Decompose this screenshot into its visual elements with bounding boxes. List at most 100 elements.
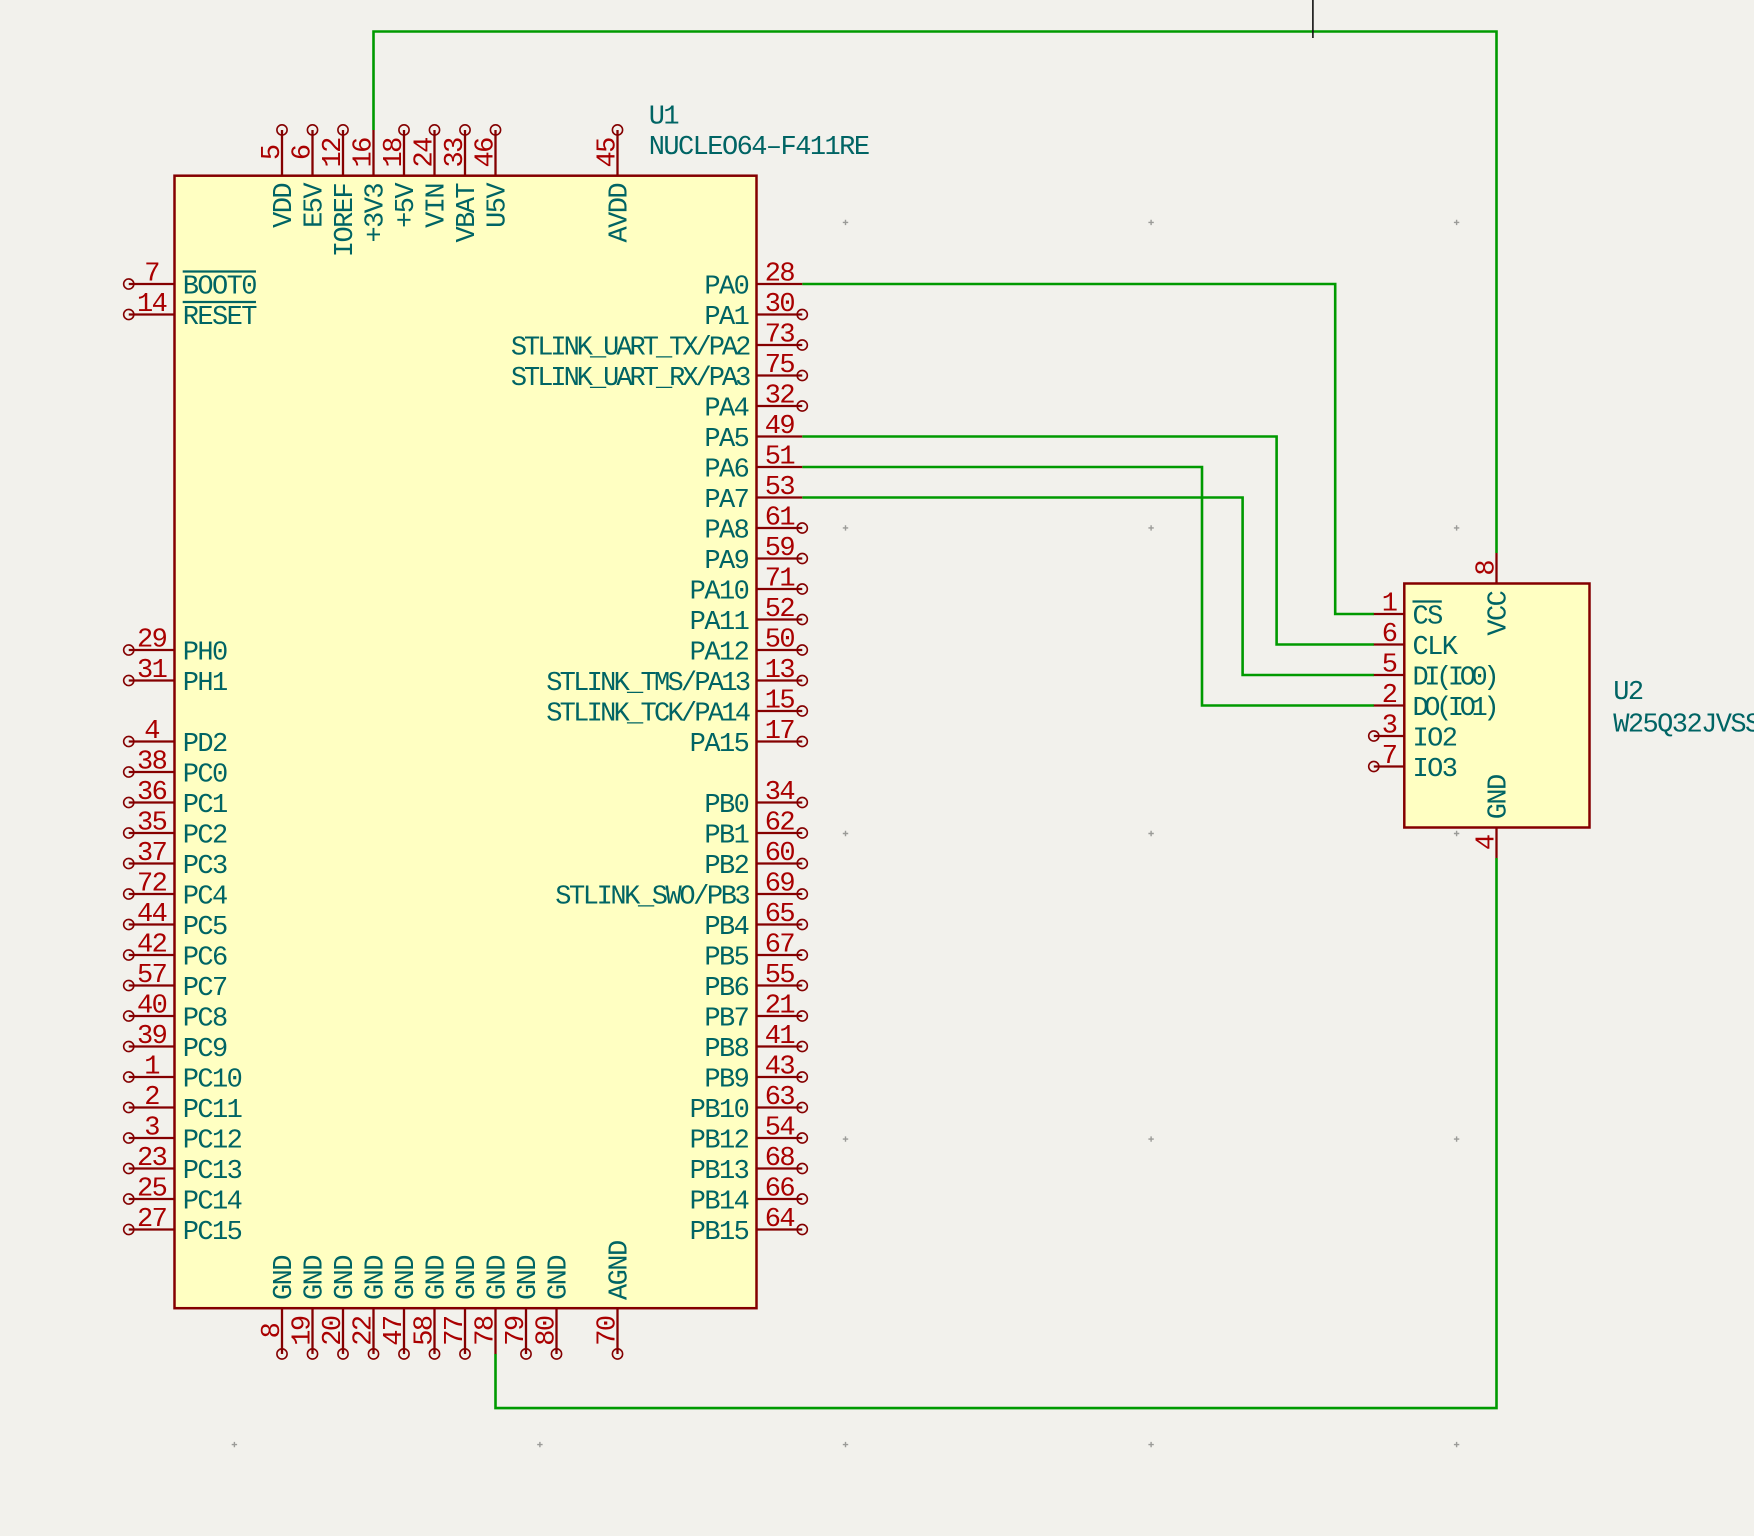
svg-text:44: 44 (137, 900, 167, 930)
svg-text:38: 38 (137, 748, 167, 778)
svg-text:22: 22 (350, 1316, 380, 1346)
svg-text:CS: CS (1413, 602, 1443, 632)
svg-text:6: 6 (1382, 620, 1397, 650)
svg-text:PA6: PA6 (704, 455, 748, 485)
svg-text:STLINK_SWO/PB3: STLINK_SWO/PB3 (555, 882, 749, 912)
svg-text:+5V: +5V (392, 182, 422, 228)
svg-text:PC12: PC12 (183, 1126, 242, 1156)
svg-text:PC8: PC8 (183, 1004, 227, 1034)
svg-text:69: 69 (765, 870, 795, 900)
svg-text:54: 54 (765, 1114, 795, 1144)
svg-text:PA11: PA11 (690, 608, 749, 638)
svg-text:STLINK_UART_RX/PA3: STLINK_UART_RX/PA3 (511, 364, 750, 394)
svg-text:VCC: VCC (1485, 590, 1515, 635)
svg-text:39: 39 (137, 1022, 167, 1052)
svg-text:IO2: IO2 (1413, 724, 1457, 754)
svg-text:60: 60 (765, 839, 795, 869)
svg-text:PC13: PC13 (183, 1157, 242, 1187)
svg-text:28: 28 (765, 260, 795, 290)
svg-text:PC15: PC15 (183, 1218, 242, 1248)
svg-text:PA8: PA8 (704, 516, 748, 546)
svg-text:IOREF: IOREF (331, 184, 361, 258)
svg-text:GND: GND (392, 1256, 422, 1300)
svg-text:45: 45 (594, 138, 624, 168)
svg-text:GND: GND (484, 1256, 514, 1300)
svg-text:PA5: PA5 (704, 425, 748, 455)
svg-text:46: 46 (472, 138, 502, 168)
svg-text:8: 8 (1473, 561, 1503, 576)
svg-text:73: 73 (765, 321, 795, 351)
svg-text:PC7: PC7 (183, 974, 227, 1004)
svg-text:E5V: E5V (301, 182, 331, 228)
svg-text:31: 31 (137, 656, 167, 686)
svg-text:GND: GND (270, 1256, 300, 1300)
svg-text:50: 50 (765, 626, 795, 656)
svg-text:66: 66 (765, 1175, 795, 1205)
svg-text:VIN: VIN (423, 184, 453, 228)
svg-text:67: 67 (765, 931, 795, 961)
svg-text:PH1: PH1 (183, 669, 227, 699)
svg-text:70: 70 (594, 1316, 624, 1346)
svg-text:80: 80 (533, 1316, 563, 1346)
svg-text:PC3: PC3 (183, 852, 227, 882)
svg-text:49: 49 (765, 412, 795, 442)
svg-text:DO(IO1): DO(IO1) (1413, 694, 1496, 724)
svg-text:PA15: PA15 (690, 730, 749, 760)
svg-text:NUCLEO64–F411RE: NUCLEO64–F411RE (649, 133, 869, 163)
svg-text:62: 62 (765, 809, 795, 839)
svg-text:VBAT: VBAT (453, 183, 483, 243)
svg-text:PB1: PB1 (704, 821, 748, 851)
svg-text:U5V: U5V (484, 182, 514, 228)
svg-text:AGND: AGND (606, 1241, 636, 1300)
svg-text:PA7: PA7 (704, 486, 748, 516)
svg-text:CLK: CLK (1413, 633, 1459, 663)
svg-text:77: 77 (441, 1316, 471, 1346)
svg-text:65: 65 (765, 900, 795, 930)
svg-text:53: 53 (765, 473, 795, 503)
svg-text:PA0: PA0 (704, 272, 748, 302)
svg-text:7: 7 (1382, 742, 1397, 772)
svg-text:5: 5 (1382, 651, 1397, 681)
svg-text:PC11: PC11 (183, 1096, 242, 1126)
svg-text:+3V3: +3V3 (362, 184, 392, 243)
svg-text:36: 36 (137, 778, 167, 808)
svg-text:PB6: PB6 (704, 974, 748, 1004)
svg-text:5: 5 (258, 145, 288, 160)
svg-text:PB5: PB5 (704, 943, 748, 973)
svg-text:GND: GND (423, 1256, 453, 1300)
svg-text:78: 78 (472, 1316, 502, 1346)
svg-text:PB7: PB7 (704, 1004, 748, 1034)
svg-text:PC9: PC9 (183, 1035, 227, 1065)
svg-text:STLINK_UART_TX/PA2: STLINK_UART_TX/PA2 (511, 333, 750, 363)
svg-text:U2: U2 (1613, 678, 1643, 708)
svg-text:PC1: PC1 (183, 791, 227, 821)
svg-text:2: 2 (144, 1083, 159, 1113)
svg-text:PB10: PB10 (690, 1096, 749, 1126)
svg-text:79: 79 (502, 1316, 532, 1346)
svg-text:7: 7 (144, 260, 159, 290)
svg-text:PC5: PC5 (183, 913, 227, 943)
svg-text:PA9: PA9 (704, 547, 748, 577)
svg-text:75: 75 (765, 351, 795, 381)
svg-text:52: 52 (765, 595, 795, 625)
svg-text:27: 27 (137, 1205, 167, 1235)
svg-text:U1: U1 (649, 102, 679, 132)
svg-text:VDD: VDD (270, 184, 300, 228)
svg-text:IO3: IO3 (1413, 755, 1457, 785)
svg-text:PH0: PH0 (183, 638, 227, 668)
svg-text:PA1: PA1 (704, 303, 748, 333)
svg-text:25: 25 (137, 1175, 167, 1205)
svg-text:68: 68 (765, 1144, 795, 1174)
svg-text:23: 23 (137, 1144, 167, 1174)
svg-text:42: 42 (137, 931, 167, 961)
svg-text:33: 33 (441, 138, 471, 168)
svg-text:37: 37 (137, 839, 167, 869)
svg-text:58: 58 (411, 1316, 441, 1346)
svg-text:PB15: PB15 (690, 1218, 749, 1248)
svg-text:PB2: PB2 (704, 852, 748, 882)
svg-text:21: 21 (765, 992, 795, 1022)
svg-text:PA4: PA4 (704, 394, 748, 424)
svg-text:STLINK_TMS/PA13: STLINK_TMS/PA13 (546, 669, 750, 699)
svg-text:14: 14 (137, 290, 167, 320)
svg-text:PB8: PB8 (704, 1035, 748, 1065)
